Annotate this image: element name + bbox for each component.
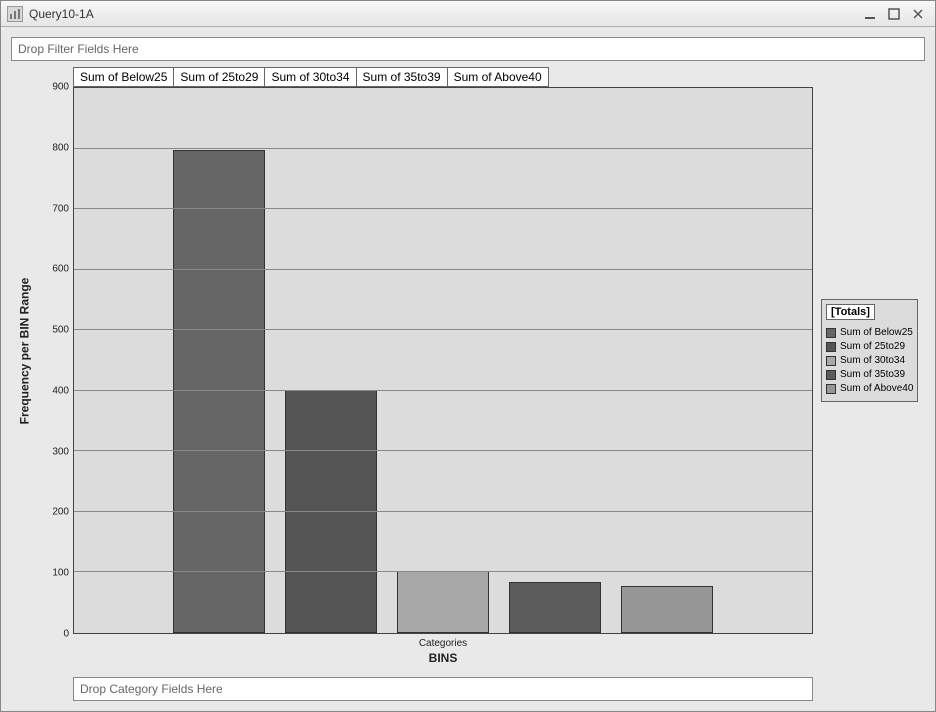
window-title: Query10-1A <box>29 7 94 21</box>
y-tick: 500 <box>52 325 69 336</box>
legend-items: Sum of Below25 Sum of 25to29 Sum of 30to34… <box>826 327 913 394</box>
chart-zone: Frequency per BIN Range Sum of Below25Su… <box>11 67 925 671</box>
y-tick: 200 <box>52 507 69 518</box>
bar[interactable] <box>509 582 601 633</box>
gridline <box>74 511 812 512</box>
legend: [Totals] Sum of Below25Sum of 25to29Sum … <box>821 299 918 402</box>
gridline <box>74 329 812 330</box>
series-header-row: Sum of Below25Sum of 25to29Sum of 30to34… <box>73 67 813 87</box>
y-tick: 700 <box>52 203 69 214</box>
chart-body: Sum of Below25Sum of 25to29Sum of 30to34… <box>37 67 813 634</box>
y-tick: 0 <box>63 629 69 640</box>
legend-label: Sum of 35to39 <box>840 369 905 380</box>
chart-row: Frequency per BIN Range Sum of Below25Su… <box>11 67 925 634</box>
bar[interactable] <box>173 150 265 633</box>
x-axis-label: BINS <box>73 651 813 665</box>
filter-dropzone-label: Drop Filter Fields Here <box>18 42 139 56</box>
maximize-button[interactable] <box>883 6 905 22</box>
y-axis-label: Frequency per BIN Range <box>17 277 31 424</box>
y-axis: 0100200300400500600700800900 <box>37 87 73 634</box>
legend-item[interactable]: Sum of 25to29 <box>826 341 913 352</box>
gridline <box>74 208 812 209</box>
y-tick: 900 <box>52 82 69 93</box>
minimize-button[interactable] <box>859 6 881 22</box>
legend-item[interactable]: Sum of Below25 <box>826 327 913 338</box>
legend-swatch <box>826 342 836 352</box>
filter-dropzone[interactable]: Drop Filter Fields Here <box>11 37 925 61</box>
y-tick: 400 <box>52 385 69 396</box>
x-axis-sublabel: Categories <box>73 638 813 649</box>
legend-item[interactable]: Sum of 30to34 <box>826 355 913 366</box>
series-header[interactable]: Sum of Below25 <box>73 67 174 87</box>
series-header[interactable]: Sum of 35to39 <box>357 67 448 87</box>
plot-area[interactable] <box>73 87 813 634</box>
legend-wrap: [Totals] Sum of Below25Sum of 25to29Sum … <box>813 67 925 634</box>
close-button[interactable] <box>907 6 929 22</box>
category-dropzone-label: Drop Category Fields Here <box>80 682 223 696</box>
y-axis-label-wrap: Frequency per BIN Range <box>11 67 37 634</box>
bar[interactable] <box>621 586 713 633</box>
legend-swatch <box>826 384 836 394</box>
series-header[interactable]: Sum of 25to29 <box>174 67 265 87</box>
x-axis-block: Categories BINS <box>73 634 813 671</box>
y-tick: 800 <box>52 142 69 153</box>
gridline <box>74 390 812 391</box>
y-tick: 300 <box>52 446 69 457</box>
y-tick: 600 <box>52 264 69 275</box>
gridline <box>74 269 812 270</box>
legend-swatch <box>826 370 836 380</box>
bars-layer <box>74 88 812 633</box>
gridline <box>74 148 812 149</box>
series-header[interactable]: Sum of Above40 <box>448 67 549 87</box>
legend-item[interactable]: Sum of Above40 <box>826 383 913 394</box>
client-area: Drop Filter Fields Here Frequency per BI… <box>1 27 935 711</box>
plot-row: 0100200300400500600700800900 <box>37 87 813 634</box>
legend-swatch <box>826 328 836 338</box>
gridline <box>74 571 812 572</box>
legend-swatch <box>826 356 836 366</box>
series-header[interactable]: Sum of 30to34 <box>265 67 356 87</box>
pivotchart-icon <box>7 6 23 22</box>
app-window: Query10-1A Drop Filter Fields Here Frequ… <box>0 0 936 712</box>
legend-label: Sum of 25to29 <box>840 341 905 352</box>
legend-item[interactable]: Sum of 35to39 <box>826 369 913 380</box>
legend-label: Sum of Above40 <box>840 383 913 394</box>
category-dropzone[interactable]: Drop Category Fields Here <box>73 677 813 701</box>
legend-title: [Totals] <box>826 304 875 320</box>
titlebar: Query10-1A <box>1 1 935 27</box>
gridline <box>74 450 812 451</box>
y-tick: 100 <box>52 568 69 579</box>
bar[interactable] <box>397 571 489 633</box>
legend-label: Sum of 30to34 <box>840 355 905 366</box>
legend-label: Sum of Below25 <box>840 327 913 338</box>
